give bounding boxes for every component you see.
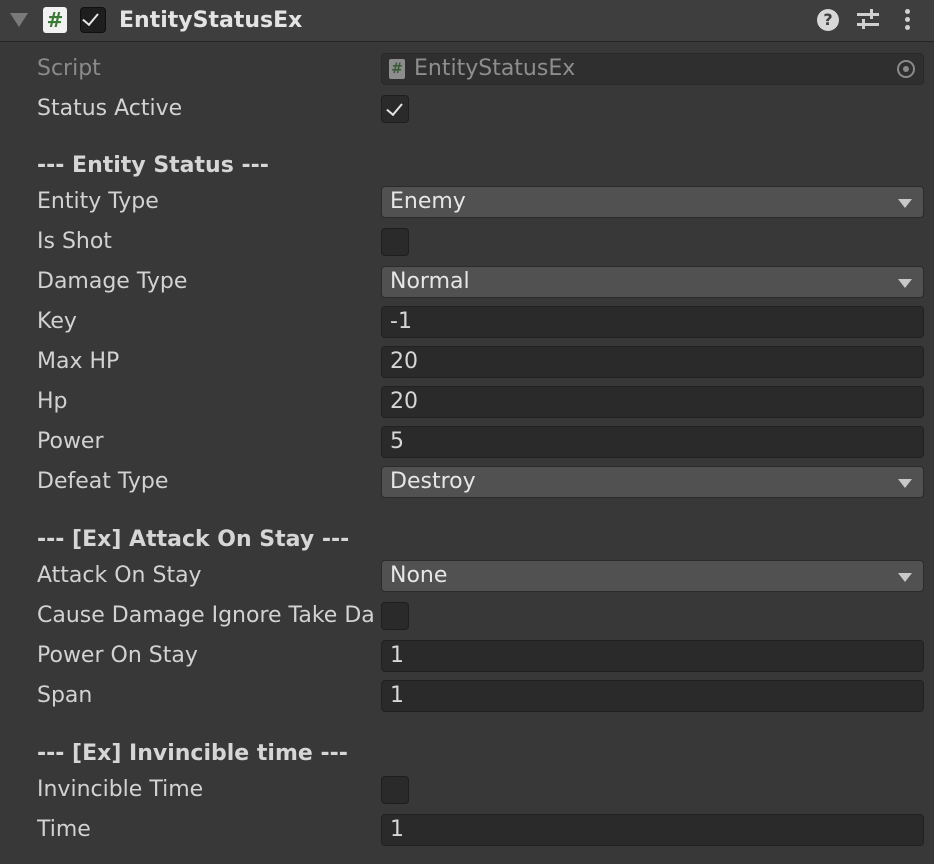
is-shot-label: Is Shot [37,229,112,254]
attack-on-stay-value: None [390,563,448,588]
power-on-stay-input[interactable]: 1 [381,640,924,672]
status-active-checkbox[interactable] [381,95,409,123]
defeat-type-dropdown[interactable]: Destroy [381,466,924,498]
invincible-time-checkbox[interactable] [381,776,409,804]
section-header-attack-on-stay: --- [Ex] Attack On Stay --- [37,527,350,552]
section-header-entity-status: --- Entity Status --- [37,153,269,178]
time-input[interactable]: 1 [381,814,924,846]
invincible-time-row: Invincible Time [0,770,934,810]
entity-type-row: Entity Type Enemy [0,182,934,222]
span-input[interactable]: 1 [381,680,924,712]
section-header-invincible-time: --- [Ex] Invincible time --- [37,741,348,766]
hp-label: Hp [37,389,68,414]
help-icon[interactable]: ? [817,9,839,31]
csharp-script-icon: # [43,7,67,33]
is-shot-checkbox[interactable] [381,228,409,256]
entity-type-dropdown[interactable]: Enemy [381,186,924,218]
span-label: Span [37,683,93,708]
kebab-menu-icon[interactable] [903,9,911,31]
foldout-arrow-icon[interactable] [10,13,28,27]
checkmark-icon [386,98,403,117]
entity-type-label: Entity Type [37,189,159,214]
key-label: Key [37,309,77,334]
max-hp-input[interactable]: 20 [381,346,924,378]
damage-type-label: Damage Type [37,269,188,294]
key-input[interactable]: -1 [381,306,924,338]
damage-type-row: Damage Type Normal [0,262,934,302]
defeat-type-row: Defeat Type Destroy [0,462,934,502]
defeat-type-label: Defeat Type [37,469,169,494]
defeat-type-value: Destroy [390,469,476,494]
power-on-stay-label: Power On Stay [37,643,198,668]
key-row: Key -1 [0,302,934,342]
script-value: EntityStatusEx [414,56,576,81]
power-row: Power 5 [0,422,934,462]
cause-damage-ignore-label: Cause Damage Ignore Take Da [37,603,375,628]
presets-icon[interactable] [857,9,879,31]
span-row: Span 1 [0,676,934,716]
attack-on-stay-dropdown[interactable]: None [381,560,924,592]
component-header: # EntityStatusEx ? [0,0,934,42]
component-title: EntityStatusEx [119,8,303,33]
status-active-row: Status Active [0,89,934,129]
csharp-script-icon: # [389,59,405,79]
is-shot-row: Is Shot [0,222,934,262]
power-input[interactable]: 5 [381,426,924,458]
dropdown-arrow-icon [898,479,912,488]
attack-on-stay-label: Attack On Stay [37,563,202,588]
power-on-stay-row: Power On Stay 1 [0,636,934,676]
time-label: Time [37,817,91,842]
script-label: Script [37,56,101,81]
status-active-label: Status Active [37,96,183,121]
cause-damage-ignore-row: Cause Damage Ignore Take Da [0,596,934,636]
damage-type-dropdown[interactable]: Normal [381,266,924,298]
attack-on-stay-row: Attack On Stay None [0,556,934,596]
max-hp-row: Max HP 20 [0,342,934,382]
max-hp-label: Max HP [37,349,120,374]
damage-type-value: Normal [390,269,470,294]
script-object-field[interactable]: # EntityStatusEx [381,53,924,85]
hp-input[interactable]: 20 [381,386,924,418]
hp-row: Hp 20 [0,382,934,422]
checkmark-icon [82,8,99,27]
time-row: Time 1 [0,810,934,850]
dropdown-arrow-icon [898,573,912,582]
dropdown-arrow-icon [898,279,912,288]
cause-damage-ignore-checkbox[interactable] [381,602,409,630]
component-enabled-checkbox[interactable] [80,7,106,33]
dropdown-arrow-icon [898,199,912,208]
entity-type-value: Enemy [390,189,466,214]
script-row: Script # EntityStatusEx [0,49,934,89]
power-label: Power [37,429,104,454]
object-picker-icon[interactable] [897,60,915,78]
invincible-time-label: Invincible Time [37,777,204,802]
